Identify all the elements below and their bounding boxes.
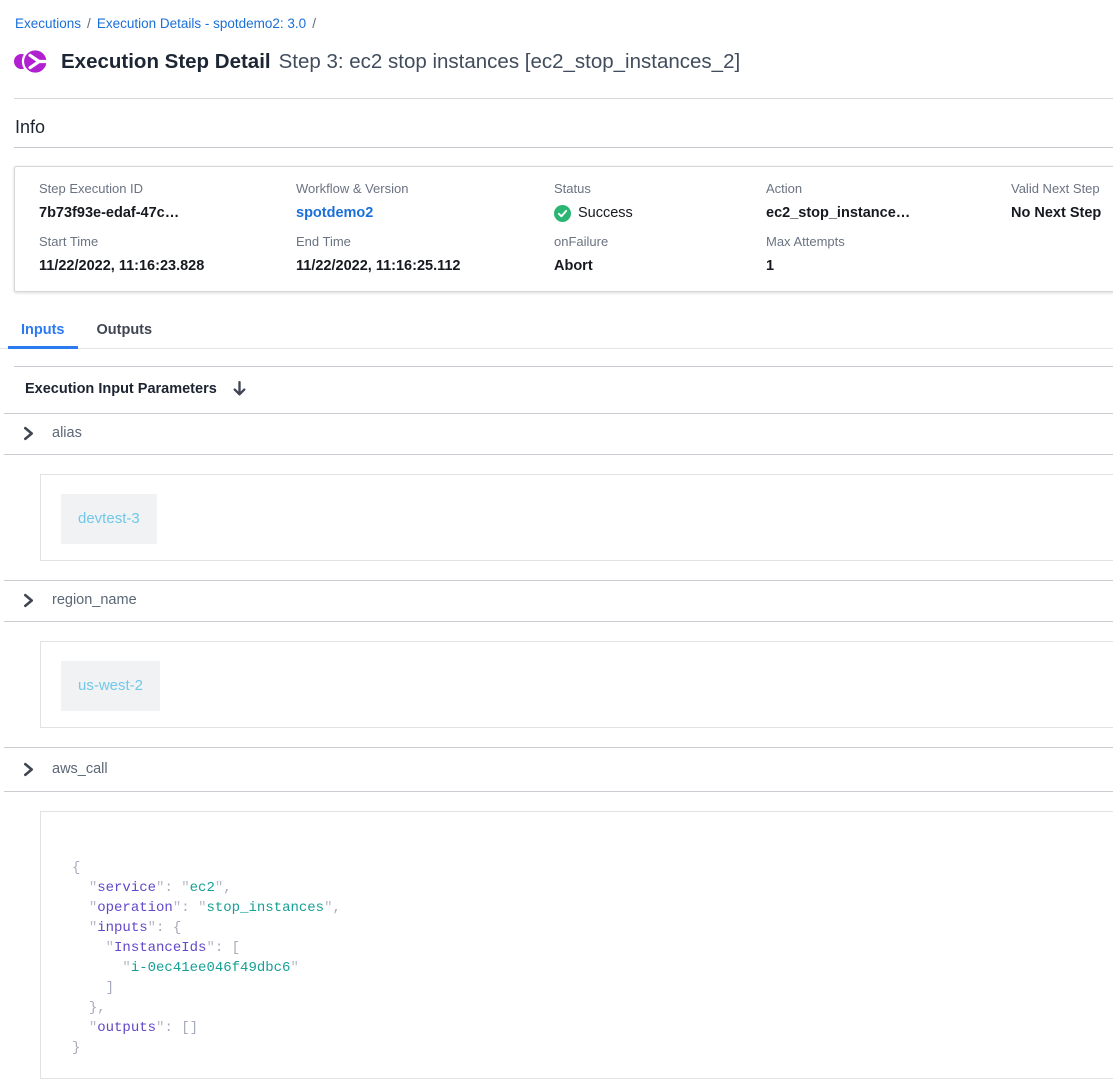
info-field-label: Max Attempts	[766, 234, 1011, 250]
parameter-section-region_name: region_name us-west-2	[0, 580, 1113, 728]
breadcrumb-link[interactable]: Executions	[15, 16, 81, 31]
info-field-value: 11/22/2022, 11:16:23.828	[39, 257, 296, 275]
info-card: Step Execution ID 7b73f93e-edaf-47c… Wor…	[14, 166, 1113, 292]
parameter-value-panel: us-west-2	[40, 641, 1113, 728]
divider	[4, 621, 1113, 622]
parameter-value-chip: us-west-2	[61, 661, 160, 711]
parameter-value-panel: { "service": "ec2", "operation": "stop_i…	[40, 811, 1113, 1079]
divider	[4, 791, 1113, 792]
breadcrumb-link[interactable]: Execution Details - spotdemo2: 3.0	[97, 16, 306, 31]
info-field-value: No Next Step	[1011, 204, 1113, 222]
parameters-title: Execution Input Parameters	[25, 381, 217, 397]
info-field-value: Abort	[554, 257, 766, 275]
info-field: Action ec2_stop_instance…	[766, 181, 1011, 222]
info-field-label: Start Time	[39, 234, 296, 250]
execution-input-parameters-header: Execution Input Parameters	[0, 367, 1113, 413]
parameter-name: aws_call	[52, 761, 108, 778]
page-header: Execution Step Detail Step 3: ec2 stop i…	[14, 46, 1113, 77]
info-field: Status Success	[554, 181, 766, 222]
breadcrumb-separator: /	[87, 16, 91, 31]
page-subtitle: Step 3: ec2 stop instances [ec2_stop_ins…	[279, 50, 741, 74]
parameter-row[interactable]: region_name	[0, 581, 1113, 621]
info-field-value: ec2_stop_instance…	[766, 204, 1011, 222]
tab-outputs[interactable]: Outputs	[84, 316, 166, 348]
info-field-value: 7b73f93e-edaf-47c…	[39, 204, 296, 222]
parameter-name: alias	[52, 425, 82, 442]
info-field-label: Valid Next Step	[1011, 181, 1113, 197]
parameter-section-alias: alias devtest-3	[0, 413, 1113, 561]
chevron-right-icon[interactable]	[22, 762, 35, 777]
info-field: Start Time 11/22/2022, 11:16:23.828	[39, 234, 296, 275]
breadcrumb-separator: /	[312, 16, 316, 31]
json-code-block: { "service": "ec2", "operation": "stop_i…	[72, 858, 1113, 1058]
parameter-sections: alias devtest-3 region_name us-west-2 aw	[0, 413, 1113, 1079]
divider	[4, 454, 1113, 455]
info-section-heading: Info	[15, 116, 1113, 139]
chevron-right-icon[interactable]	[22, 426, 35, 441]
info-field: Workflow & Version spotdemo2	[296, 181, 554, 222]
parameter-value-chip: devtest-3	[61, 494, 157, 544]
workflow-logo-icon	[14, 46, 48, 77]
info-field-value: 11/22/2022, 11:16:25.112	[296, 257, 554, 275]
breadcrumb: Executions / Execution Details - spotdemo2…	[0, 0, 1113, 32]
info-field-label: onFailure	[554, 234, 766, 250]
status-badge: Success	[554, 204, 766, 222]
info-field-label: End Time	[296, 234, 554, 250]
chevron-right-icon[interactable]	[22, 593, 35, 608]
info-field: Max Attempts 1	[766, 234, 1011, 275]
tab-inputs[interactable]: Inputs	[8, 316, 78, 348]
info-field: Step Execution ID 7b73f93e-edaf-47c…	[39, 181, 296, 222]
workflow-link[interactable]: spotdemo2	[296, 204, 554, 222]
info-field-label: Action	[766, 181, 1011, 197]
parameter-section-aws_call: aws_call { "service": "ec2", "operation"…	[0, 747, 1113, 1079]
info-field: Valid Next Step No Next Step	[1011, 181, 1113, 222]
parameter-row[interactable]: alias	[0, 414, 1113, 454]
parameter-name: region_name	[52, 592, 137, 609]
arrow-down-icon[interactable]	[232, 380, 247, 397]
success-check-icon	[554, 205, 571, 222]
info-field: End Time 11/22/2022, 11:16:25.112	[296, 234, 554, 275]
status-text: Success	[578, 204, 633, 222]
parameter-value-panel: devtest-3	[40, 474, 1113, 561]
divider	[14, 98, 1113, 99]
divider	[14, 147, 1113, 148]
page-title: Execution Step Detail	[61, 50, 271, 74]
info-field: onFailure Abort	[554, 234, 766, 275]
tab-bar: Inputs Outputs	[0, 316, 1113, 349]
info-field-value: 1	[766, 257, 1011, 275]
info-field-label: Status	[554, 181, 766, 197]
parameter-row[interactable]: aws_call	[0, 748, 1113, 791]
info-field-label: Workflow & Version	[296, 181, 554, 197]
info-field-label: Step Execution ID	[39, 181, 296, 197]
